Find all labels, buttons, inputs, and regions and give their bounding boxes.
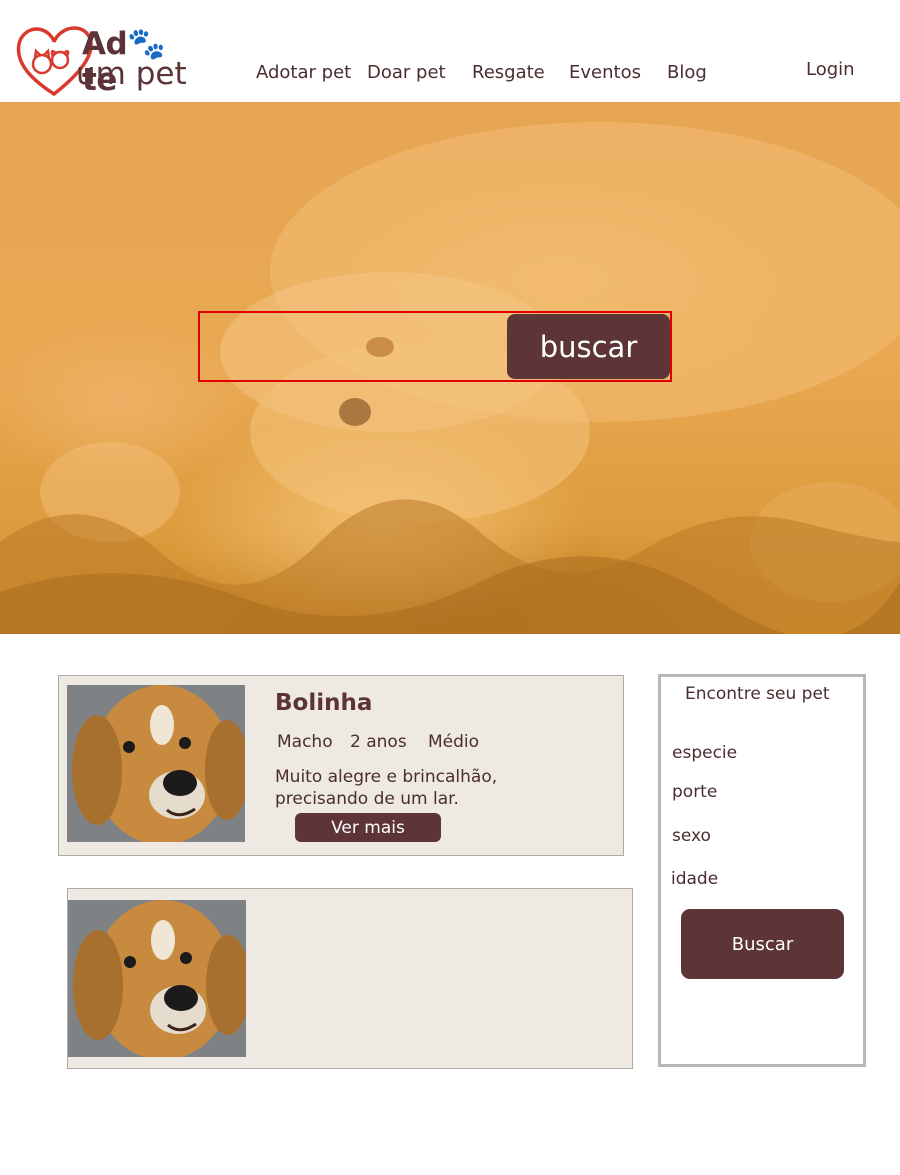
pet-age: 2 anos	[350, 732, 407, 752]
pet-card: Bolinha Macho 2 anos Médio Muito alegre …	[58, 675, 624, 856]
nav-item-adotar-pet[interactable]: Adotar pet	[256, 62, 351, 83]
pet-card	[67, 888, 633, 1069]
filter-panel: Encontre seu pet especie porte sexo idad…	[658, 674, 866, 1067]
filter-especie[interactable]: especie	[672, 743, 737, 763]
nav-item-blog[interactable]: Blog	[667, 62, 707, 83]
pet-size: Médio	[428, 732, 480, 752]
site-logo[interactable]: Ad🐾te um pet	[14, 20, 196, 100]
nav-item-eventos[interactable]: Eventos	[569, 62, 641, 83]
logo-text-bottom: um pet	[76, 56, 187, 92]
search-input[interactable]	[200, 313, 505, 380]
filter-sexo[interactable]: sexo	[672, 826, 711, 846]
filter-porte[interactable]: porte	[672, 782, 717, 802]
filter-title: Encontre seu pet	[685, 684, 830, 704]
nav-item-resgate[interactable]: Resgate	[472, 62, 545, 83]
dog-photo-icon	[67, 685, 245, 842]
pet-sex: Macho	[277, 732, 333, 752]
filter-idade[interactable]: idade	[671, 869, 718, 889]
pet-description: Muito alegre e brincalhão, precisando de…	[275, 767, 498, 809]
search-bar: buscar	[198, 311, 672, 382]
pet-photo	[67, 685, 245, 842]
dog-photo-icon	[68, 900, 246, 1057]
pet-photo	[68, 900, 246, 1057]
pet-name: Bolinha	[275, 690, 373, 716]
see-more-button[interactable]: Ver mais	[295, 813, 441, 842]
search-button[interactable]: buscar	[507, 314, 670, 379]
filter-search-button[interactable]: Buscar	[681, 909, 844, 979]
login-link[interactable]: Login	[806, 59, 855, 80]
nav-item-doar-pet[interactable]: Doar pet	[367, 62, 446, 83]
